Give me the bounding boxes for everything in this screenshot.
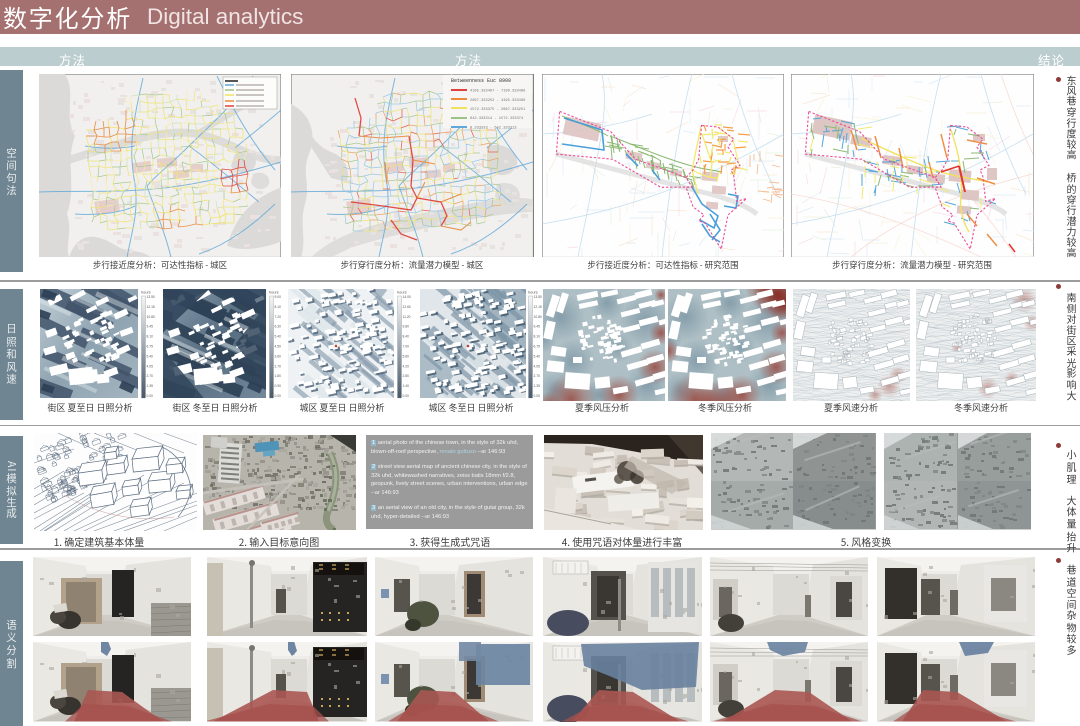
svg-text:4.20: 4.20 bbox=[403, 364, 410, 368]
svg-text:11.20: 11.20 bbox=[403, 314, 411, 318]
svg-text:4195.333497 - 7199.333496: 4195.333497 - 7199.333496 bbox=[470, 89, 525, 93]
svg-text:5.60: 5.60 bbox=[403, 354, 410, 358]
svg-text:642.333314 - 1572.333374: 642.333314 - 1572.333374 bbox=[470, 117, 524, 121]
svg-text:1572.333375 - 2667.333251: 1572.333375 - 2667.333251 bbox=[470, 108, 526, 112]
svg-text:7.20: 7.20 bbox=[275, 314, 282, 318]
svg-text:2.70: 2.70 bbox=[275, 364, 282, 368]
svg-text:0.00: 0.00 bbox=[275, 394, 282, 398]
svg-text:hours: hours bbox=[528, 289, 538, 294]
svg-text:2.70: 2.70 bbox=[147, 374, 154, 378]
svg-text:10.80: 10.80 bbox=[147, 314, 155, 318]
svg-text:6.75: 6.75 bbox=[534, 344, 541, 348]
svg-text:13.50: 13.50 bbox=[534, 295, 542, 299]
svg-text:0.00: 0.00 bbox=[147, 394, 154, 398]
svg-text:14.00: 14.00 bbox=[403, 295, 411, 299]
svg-text:4.05: 4.05 bbox=[534, 364, 541, 368]
svg-text:9.45: 9.45 bbox=[147, 324, 154, 328]
svg-text:1.35: 1.35 bbox=[147, 384, 154, 388]
svg-text:9.00: 9.00 bbox=[275, 295, 282, 299]
svg-text:1.35: 1.35 bbox=[534, 384, 541, 388]
svg-text:6.30: 6.30 bbox=[275, 324, 282, 328]
svg-text:8.10: 8.10 bbox=[534, 334, 541, 338]
svg-text:8.10: 8.10 bbox=[147, 334, 154, 338]
svg-text:10.80: 10.80 bbox=[534, 314, 542, 318]
svg-text:12.15: 12.15 bbox=[534, 304, 542, 308]
svg-text:4.50: 4.50 bbox=[275, 344, 282, 348]
svg-text:4.05: 4.05 bbox=[147, 364, 154, 368]
svg-text:9.45: 9.45 bbox=[534, 324, 541, 328]
svg-text:5.40: 5.40 bbox=[147, 354, 154, 358]
svg-text:9.80: 9.80 bbox=[403, 324, 410, 328]
svg-text:0.90: 0.90 bbox=[275, 384, 282, 388]
svg-text:3.60: 3.60 bbox=[275, 354, 282, 358]
svg-text:8.10: 8.10 bbox=[275, 304, 282, 308]
svg-text:5.40: 5.40 bbox=[275, 334, 282, 338]
svg-text:0.00: 0.00 bbox=[403, 394, 410, 398]
svg-text:hours: hours bbox=[269, 289, 279, 294]
svg-text:1.40: 1.40 bbox=[403, 384, 410, 388]
svg-text:hours: hours bbox=[397, 289, 407, 294]
svg-text:5.40: 5.40 bbox=[534, 354, 541, 358]
svg-text:7.00: 7.00 bbox=[403, 344, 410, 348]
svg-text:8.40: 8.40 bbox=[403, 334, 410, 338]
svg-text:0.333333 - 642.333313: 0.333333 - 642.333313 bbox=[470, 126, 516, 130]
svg-text:1.80: 1.80 bbox=[275, 374, 282, 378]
svg-text:12.15: 12.15 bbox=[147, 304, 155, 308]
svg-text:6.75: 6.75 bbox=[147, 344, 154, 348]
svg-text:0.00: 0.00 bbox=[534, 394, 541, 398]
svg-text:hours: hours bbox=[141, 289, 151, 294]
svg-text:12.60: 12.60 bbox=[403, 304, 411, 308]
svg-text:2.70: 2.70 bbox=[534, 374, 541, 378]
svg-text:Betweenness Euc 8900: Betweenness Euc 8900 bbox=[451, 78, 511, 84]
svg-text:2667.333252 - 4195.333496: 2667.333252 - 4195.333496 bbox=[470, 98, 525, 102]
svg-text:2.80: 2.80 bbox=[403, 374, 410, 378]
svg-text:13.50: 13.50 bbox=[147, 295, 155, 299]
